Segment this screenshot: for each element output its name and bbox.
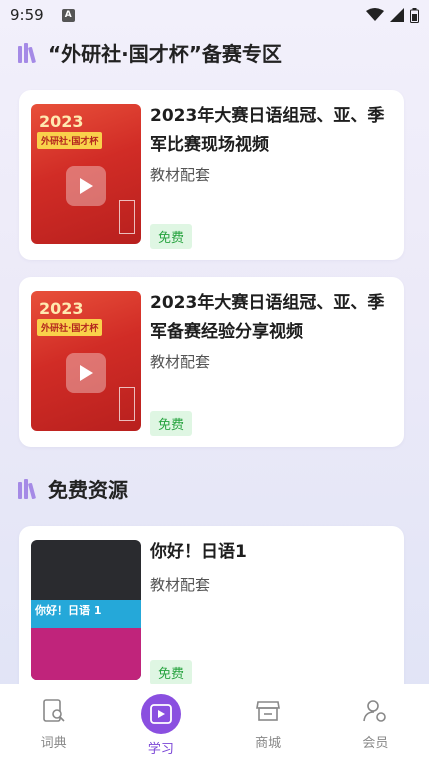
dictionary-icon: [42, 699, 65, 722]
card-title: 2023年大赛日语组冠、亚、季军备赛经验分享视频: [150, 293, 385, 342]
cover-banner: 外研社·国才杯: [37, 319, 103, 336]
course-card[interactable]: 你好！日语 1 你好！日语1 教材配套 免费: [19, 526, 404, 696]
cover-year: 2023: [39, 112, 84, 131]
course-card[interactable]: 2023 外研社·国才杯 2023年大赛日语组冠、亚、季军比赛现场视频 教材配套…: [19, 90, 404, 260]
notification-badge-icon: A: [61, 8, 75, 22]
stamp-graphic: [119, 200, 135, 234]
card-title: 2023年大赛日语组冠、亚、季军比赛现场视频: [150, 106, 385, 155]
play-icon: [140, 694, 181, 734]
books-icon: [18, 478, 36, 499]
section-header-contest: “外研社·国才杯”备赛专区: [18, 38, 282, 67]
books-icon: [18, 42, 36, 63]
nav-item-study[interactable]: 学习: [107, 684, 214, 764]
free-badge: 免费: [150, 224, 193, 249]
nav-label: 会员: [362, 736, 389, 751]
section-header-free: 免费资源: [18, 474, 128, 503]
play-icon[interactable]: [66, 166, 106, 206]
play-icon[interactable]: [66, 353, 106, 393]
card-subtitle: 教材配套: [150, 576, 211, 594]
course-cover: 2023 外研社·国才杯: [31, 291, 141, 431]
course-cover: 你好！日语 1: [31, 540, 141, 680]
bottom-nav: 词典 学习 商城 会员: [0, 684, 429, 764]
cover-bottom: [31, 628, 141, 680]
battery-icon: [410, 7, 419, 23]
status-bar: 9:59 A: [0, 0, 429, 30]
stamp-graphic: [119, 387, 135, 421]
card-title: 你好！日语1: [150, 542, 247, 562]
nav-item-member[interactable]: 会员: [322, 684, 429, 764]
nav-label: 商城: [255, 736, 282, 751]
nav-item-store[interactable]: 商城: [215, 684, 322, 764]
store-icon: [256, 701, 281, 721]
course-cover: 2023 外研社·国才杯: [31, 104, 141, 244]
nav-label: 学习: [147, 742, 174, 757]
card-subtitle: 教材配套: [150, 166, 211, 184]
course-card[interactable]: 2023 外研社·国才杯 2023年大赛日语组冠、亚、季军备赛经验分享视频 教材…: [19, 277, 404, 447]
member-icon: [363, 700, 387, 722]
nav-label: 词典: [40, 736, 67, 751]
free-badge: 免费: [150, 411, 193, 436]
status-time: 9:59: [10, 6, 44, 24]
section-title: 免费资源: [48, 478, 128, 502]
signal-icon: [390, 8, 404, 22]
card-subtitle: 教材配套: [150, 353, 211, 371]
cover-year: 2023: [39, 299, 84, 318]
nav-item-dictionary[interactable]: 词典: [0, 684, 107, 764]
wifi-icon: [366, 8, 384, 21]
cover-title: 你好！日语 1: [35, 604, 102, 617]
free-badge: 免费: [150, 660, 193, 685]
cover-banner: 外研社·国才杯: [37, 132, 103, 149]
section-title: “外研社·国才杯”备赛专区: [48, 42, 282, 66]
